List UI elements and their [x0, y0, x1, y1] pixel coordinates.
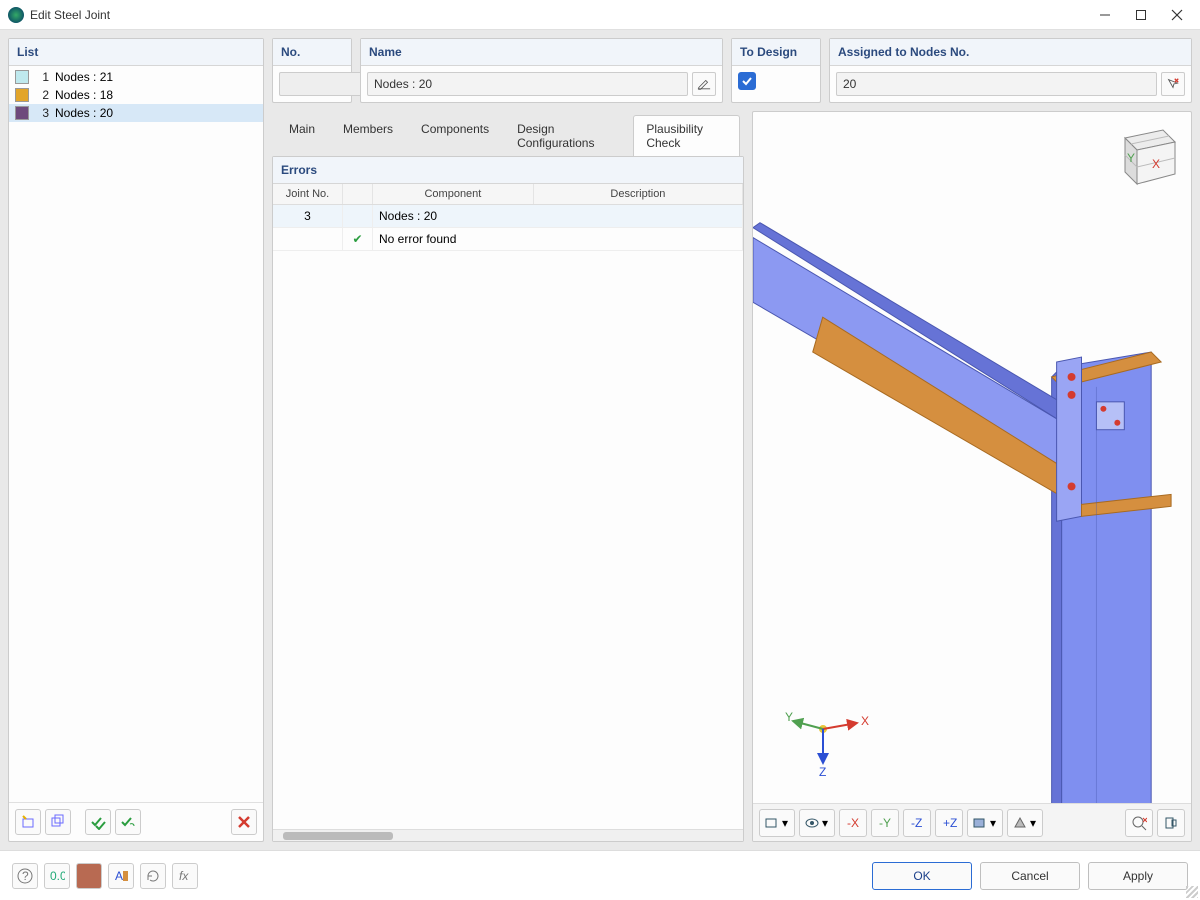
ok-button[interactable]: OK [872, 862, 972, 890]
close-button[interactable] [1168, 6, 1186, 24]
list-item[interactable]: 3 Nodes : 20 [9, 104, 263, 122]
table-row[interactable]: ✔ No error found [273, 228, 743, 251]
zoom-reset-button[interactable] [1125, 809, 1153, 837]
horizontal-scrollbar[interactable] [273, 829, 743, 841]
app-icon [8, 7, 24, 23]
list-item-label: Nodes : 20 [55, 106, 113, 120]
view-neg-y-button[interactable]: -Y [871, 809, 899, 837]
assigned-nodes-input[interactable] [836, 72, 1157, 96]
col-joint-no: Joint No. [273, 184, 343, 204]
color-swatch [15, 106, 29, 120]
font-button[interactable]: A [108, 863, 134, 889]
name-field-panel: Name [360, 38, 723, 103]
function-button[interactable]: fx [172, 863, 198, 889]
tab-design-configurations[interactable]: Design Configurations [504, 115, 631, 156]
render-mode-button[interactable]: ▾ [1007, 809, 1043, 837]
axis-triad: X Y Z [783, 701, 873, 781]
title-bar: Edit Steel Joint [0, 0, 1200, 30]
list-item-number: 1 [35, 70, 49, 84]
color-button[interactable] [76, 863, 102, 889]
dialog-bottom-bar: ? 0.00 A fx OK Cancel Apply [0, 850, 1200, 900]
name-label: Name [361, 39, 722, 66]
list-item-number: 2 [35, 88, 49, 102]
tab-strip: Main Members Components Design Configura… [272, 111, 744, 156]
svg-text:X: X [1152, 157, 1160, 171]
col-description: Description [534, 184, 743, 204]
svg-text:fx: fx [179, 869, 189, 883]
no-field-panel: No. [272, 38, 352, 103]
svg-text:+Z: +Z [943, 816, 957, 830]
window-title: Edit Steel Joint [30, 8, 1096, 22]
pick-nodes-button[interactable] [1161, 72, 1185, 96]
svg-text:X: X [861, 714, 869, 728]
list-item-label: Nodes : 18 [55, 88, 113, 102]
list-body: 1 Nodes : 21 2 Nodes : 18 3 Nodes : 20 [9, 66, 263, 802]
name-input[interactable] [367, 72, 688, 96]
svg-text:Z: Z [819, 765, 826, 779]
errors-header: Errors [273, 157, 743, 184]
list-item-label: Nodes : 21 [55, 70, 113, 84]
col-status-icon [343, 184, 373, 204]
refresh-button[interactable] [140, 863, 166, 889]
uncheck-all-button[interactable] [115, 809, 141, 835]
table-row[interactable]: 3 Nodes : 20 [273, 205, 743, 228]
check-all-button[interactable] [85, 809, 111, 835]
new-item-button[interactable] [15, 809, 41, 835]
svg-text:?: ? [22, 869, 29, 883]
cell-joint-no: 3 [273, 205, 343, 227]
section-view-button[interactable]: ▾ [967, 809, 1003, 837]
delete-item-button[interactable] [231, 809, 257, 835]
viewport-toolbar: ▾ ▾ -X -Y -Z +Z ▾ ▾ [753, 803, 1191, 841]
edit-name-button[interactable] [692, 72, 716, 96]
cancel-button[interactable]: Cancel [980, 862, 1080, 890]
check-icon: ✔ [343, 228, 373, 250]
assigned-nodes-panel: Assigned to Nodes No. [829, 38, 1192, 103]
tab-members[interactable]: Members [330, 115, 406, 156]
tab-plausibility-check[interactable]: Plausibility Check [633, 115, 740, 156]
to-design-checkbox[interactable] [738, 72, 756, 90]
list-item-number: 3 [35, 106, 49, 120]
list-item[interactable]: 1 Nodes : 21 [9, 68, 263, 86]
svg-text:-Y: -Y [879, 816, 891, 830]
svg-text:0.00: 0.00 [50, 869, 65, 883]
help-button[interactable]: ? [12, 863, 38, 889]
errors-grid-header: Joint No. Component Description [273, 184, 743, 205]
color-swatch [15, 88, 29, 102]
resize-grip-icon[interactable] [1186, 886, 1198, 898]
tab-components[interactable]: Components [408, 115, 502, 156]
to-design-panel: To Design [731, 38, 821, 103]
detach-view-button[interactable] [1157, 809, 1185, 837]
minimize-button[interactable] [1096, 6, 1114, 24]
list-item[interactable]: 2 Nodes : 18 [9, 86, 263, 104]
navigation-cube[interactable]: X Y [1105, 120, 1183, 192]
units-button[interactable]: 0.00 [44, 863, 70, 889]
svg-text:-Z: -Z [911, 816, 922, 830]
errors-grid-body: 3 Nodes : 20 ✔ No error found [273, 205, 743, 829]
view-mode-button[interactable]: ▾ [759, 809, 795, 837]
visibility-button[interactable]: ▾ [799, 809, 835, 837]
to-design-label: To Design [732, 39, 820, 66]
color-swatch [15, 70, 29, 84]
svg-text:-X: -X [847, 816, 859, 830]
view-pos-z-button[interactable]: +Z [935, 809, 963, 837]
copy-item-button[interactable] [45, 809, 71, 835]
cell-status-message: No error found [373, 228, 743, 250]
cell-node-label: Nodes : 20 [373, 205, 743, 227]
view-neg-x-button[interactable]: -X [839, 809, 867, 837]
tab-main[interactable]: Main [276, 115, 328, 156]
viewport-3d[interactable]: X Y X Y Z [752, 111, 1192, 842]
svg-text:Y: Y [1127, 151, 1135, 165]
plausibility-content: Errors Joint No. Component Description 3… [272, 156, 744, 842]
view-neg-z-button[interactable]: -Z [903, 809, 931, 837]
list-toolbar [9, 802, 263, 841]
list-header: List [9, 39, 263, 66]
no-label: No. [273, 39, 351, 66]
assigned-nodes-label: Assigned to Nodes No. [830, 39, 1191, 66]
list-panel: List 1 Nodes : 21 2 Nodes : 18 3 Nodes :… [8, 38, 264, 842]
svg-text:Y: Y [785, 710, 793, 724]
maximize-button[interactable] [1132, 6, 1150, 24]
col-component: Component [373, 184, 534, 204]
apply-button[interactable]: Apply [1088, 862, 1188, 890]
svg-text:A: A [115, 869, 123, 883]
